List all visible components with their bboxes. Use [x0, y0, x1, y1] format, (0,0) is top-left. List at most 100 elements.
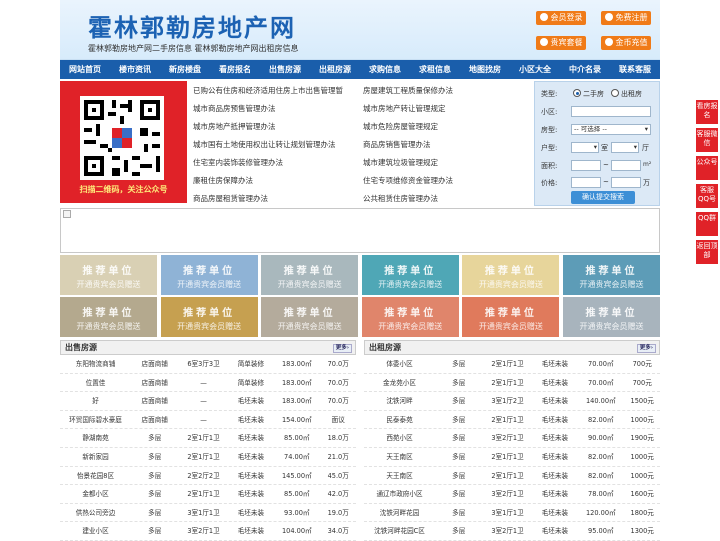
login-button[interactable]: 会员登录	[536, 11, 586, 25]
listing-name[interactable]: 沈铁河畔花园C区	[364, 522, 435, 540]
policy-link[interactable]: 商品房销售管理办法	[363, 139, 431, 150]
sidebar-qq-group[interactable]: QQ群	[696, 212, 718, 236]
policy-link[interactable]: 城市国有土地使用权出让转让规划管理办法	[193, 139, 336, 150]
sale-radio[interactable]	[573, 89, 581, 97]
listing-name[interactable]: 西苑小区	[364, 429, 435, 447]
vip-package-button[interactable]: 贵宾套餐	[536, 36, 586, 50]
area-min-input[interactable]	[571, 160, 601, 171]
nav-for-rent[interactable]: 出租房源	[310, 60, 360, 79]
price-min-input[interactable]	[571, 177, 601, 188]
sidebar-official-account[interactable]: 公众号	[696, 156, 718, 180]
banner-image[interactable]	[60, 208, 660, 253]
table-row[interactable]: 静湖南苑 多层 2室1厅1卫 毛坯未装 85.00㎡ 18.0万	[60, 429, 356, 448]
area-max-input[interactable]	[611, 160, 641, 171]
ad-tile[interactable]: 推荐单位 开通贵宾会员赠送	[462, 297, 560, 337]
table-row[interactable]: 建业小区 多层 3室2厅1卫 毛坯未装 104.00㎡ 34.0万	[60, 522, 356, 541]
listing-name[interactable]: 金龙苑小区	[364, 374, 435, 392]
ad-tile[interactable]: 推荐单位 开通贵宾会员赠送	[361, 297, 459, 337]
listing-name[interactable]: 天王南区	[364, 448, 435, 466]
ad-tile[interactable]: 推荐单位 开通贵宾会员赠送	[60, 255, 157, 295]
rent-more-link[interactable]: 更多›	[636, 344, 656, 353]
sidebar-wechat-service[interactable]: 客服微信	[696, 128, 718, 152]
policy-link[interactable]: 城市建筑垃圾管理规定	[363, 157, 438, 168]
table-row[interactable]: 西苑小区 多层 3室2厅1卫 毛坯未装 90.00㎡ 1900元	[364, 429, 660, 448]
rent-radio[interactable]	[611, 89, 619, 97]
nav-map-search[interactable]: 地图找房	[460, 60, 510, 79]
ad-tile[interactable]: 推荐单位 开通贵宾会员赠送	[261, 255, 359, 295]
listing-name[interactable]: 怡景花园8区	[60, 467, 131, 485]
price-max-input[interactable]	[611, 177, 641, 188]
policy-link[interactable]: 公共租赁住房管理办法	[363, 193, 438, 204]
policy-link[interactable]: 城市房地产转让管理规定	[363, 103, 446, 114]
ad-tile[interactable]: 推荐单位 开通贵宾会员赠送	[563, 297, 660, 337]
table-row[interactable]: 东阳物流商铺 店面商铺 6室3厅3卫 简单装修 183.00㎡ 70.0万	[60, 355, 356, 374]
nav-communities[interactable]: 小区大全	[510, 60, 560, 79]
listing-name[interactable]: 供热公司旁边	[60, 504, 131, 522]
listing-name[interactable]: 好	[60, 392, 131, 410]
table-row[interactable]: 怡景花园8区 多层 2室2厅2卫 毛坯未装 145.00㎡ 45.0万	[60, 467, 356, 486]
listing-name[interactable]: 沈铁河畔花园	[364, 504, 435, 522]
register-button[interactable]: 免费注册	[601, 11, 651, 25]
ad-tile[interactable]: 推荐单位 开通贵宾会员赠送	[160, 255, 258, 295]
table-row[interactable]: 沈铁河畔花园C区 多层 3室2厅1卫 毛坯未装 95.00㎡ 1300元	[364, 522, 660, 541]
listing-name[interactable]: 静湖南苑	[60, 429, 131, 447]
table-row[interactable]: 供热公司旁边 多层 3室1厅1卫 毛坯未装 93.00㎡ 19.0万	[60, 504, 356, 523]
listing-name[interactable]: 新新家园	[60, 448, 131, 466]
property-type-select[interactable]: -- 可选择 -- ▾	[571, 124, 651, 135]
policy-link[interactable]: 已购公有住房和经济适用住房上市出售管理暂	[193, 85, 343, 96]
policy-link[interactable]: 住宅室内装饰装修管理办法	[193, 157, 283, 168]
sale-more-link[interactable]: 更多›	[332, 344, 352, 353]
listing-name[interactable]: 东阳物流商铺	[60, 355, 131, 373]
halls-select[interactable]: ▾	[611, 142, 639, 153]
sidebar-viewing-signup[interactable]: 看房报名	[696, 100, 718, 124]
nav-for-sale[interactable]: 出售房源	[260, 60, 310, 79]
nav-home[interactable]: 网站首页	[60, 60, 110, 79]
ad-tile[interactable]: 推荐单位 开通贵宾会员赠送	[462, 255, 560, 295]
sidebar-back-to-top[interactable]: 返回顶部	[696, 240, 718, 264]
ad-tile[interactable]: 推荐单位 开通贵宾会员赠送	[160, 297, 258, 337]
policy-link[interactable]: 商品房屋租赁管理办法	[193, 193, 268, 204]
policy-link[interactable]: 廉租住房保障办法	[193, 175, 253, 186]
table-row[interactable]: 民泰泰苑 多层 2室1厅1卫 毛坯未装 82.00㎡ 1000元	[364, 411, 660, 430]
policy-link[interactable]: 城市商品房预售管理办法	[193, 103, 276, 114]
table-row[interactable]: 天王南区 多层 2室1厅1卫 毛坯未装 82.00㎡ 1000元	[364, 448, 660, 467]
table-row[interactable]: 天王南区 多层 2室1厅1卫 毛坯未装 82.00㎡ 1000元	[364, 467, 660, 486]
listing-name[interactable]: 建业小区	[60, 522, 131, 540]
table-row[interactable]: 新新家园 多层 2室1厅1卫 毛坯未装 74.00㎡ 21.0万	[60, 448, 356, 467]
policy-link[interactable]: 城市房地产抵押管理办法	[193, 121, 276, 132]
nav-wanted-rent[interactable]: 求租信息	[410, 60, 460, 79]
nav-agencies[interactable]: 中介名录	[560, 60, 610, 79]
ad-tile[interactable]: 推荐单位 开通贵宾会员赠送	[563, 255, 660, 295]
rooms-select[interactable]: ▾	[571, 142, 599, 153]
listing-name[interactable]: 位置佳	[60, 374, 131, 392]
listing-name[interactable]: 沈铁河畔	[364, 392, 435, 410]
listing-name[interactable]: 通辽市政府小区	[364, 485, 435, 503]
policy-link[interactable]: 房屋建筑工程质量保修办法	[363, 85, 453, 96]
table-row[interactable]: 体委小区 多层 2室1厅1卫 毛坯未装 70.00㎡ 700元	[364, 355, 660, 374]
table-row[interactable]: 沈铁河畔 多层 3室1厅2卫 毛坯未装 140.00㎡ 1500元	[364, 392, 660, 411]
sidebar-qq-service[interactable]: 客服QQ号	[696, 184, 718, 208]
listing-name[interactable]: 金都小区	[60, 485, 131, 503]
listing-name[interactable]: 环贸国际碧水豪庭	[60, 411, 131, 429]
search-submit-button[interactable]: 确认提交搜索	[571, 191, 635, 204]
policy-link[interactable]: 住宅专项维修资金管理办法	[363, 175, 453, 186]
table-row[interactable]: 沈铁河畔花园 多层 3室1厅1卫 毛坯未装 120.00㎡ 1800元	[364, 504, 660, 523]
policy-link[interactable]: 城市危险房屋管理规定	[363, 121, 438, 132]
ad-tile[interactable]: 推荐单位 开通贵宾会员赠送	[361, 255, 459, 295]
listing-name[interactable]: 体委小区	[364, 355, 435, 373]
nav-viewing-signup[interactable]: 看房报名	[210, 60, 260, 79]
table-row[interactable]: 金都小区 多层 2室1厅1卫 毛坯未装 85.00㎡ 42.0万	[60, 485, 356, 504]
community-input[interactable]	[571, 106, 651, 117]
ad-tile[interactable]: 推荐单位 开通贵宾会员赠送	[261, 297, 359, 337]
nav-wanted-buy[interactable]: 求购信息	[360, 60, 410, 79]
nav-contact[interactable]: 联系客服	[610, 60, 660, 79]
recharge-button[interactable]: 金币充值	[601, 36, 651, 50]
table-row[interactable]: 通辽市政府小区 多层 3室2厅1卫 毛坯未装 78.00㎡ 1600元	[364, 485, 660, 504]
table-row[interactable]: 环贸国际碧水豪庭 店面商铺 — 毛坯未装 154.00㎡ 面议	[60, 411, 356, 430]
listing-name[interactable]: 民泰泰苑	[364, 411, 435, 429]
table-row[interactable]: 位置佳 店面商铺 — 简单装修 183.00㎡ 70.0万	[60, 374, 356, 393]
table-row[interactable]: 金龙苑小区 多层 2室1厅1卫 毛坯未装 70.00㎡ 700元	[364, 374, 660, 393]
nav-news[interactable]: 楼市资讯	[110, 60, 160, 79]
listing-name[interactable]: 天王南区	[364, 467, 435, 485]
ad-tile[interactable]: 推荐单位 开通贵宾会员赠送	[60, 297, 157, 337]
